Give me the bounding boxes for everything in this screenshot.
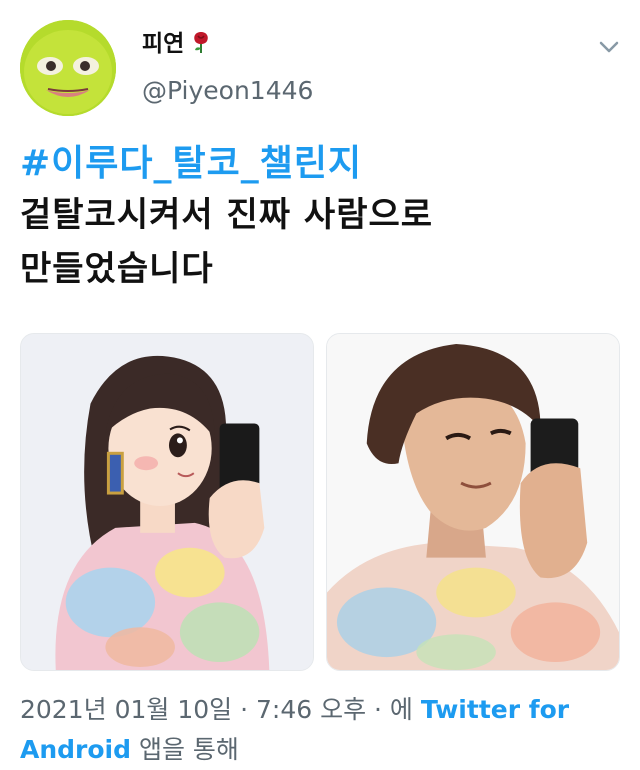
user-handle[interactable]: @Piyeon1446 <box>142 76 313 105</box>
display-name-text: 피연 <box>142 31 185 57</box>
rose-icon <box>194 32 209 53</box>
realistic-boy-illustration <box>327 334 619 670</box>
tweet-date: 2021년 01월 10일 <box>20 695 233 724</box>
tweet-text: #이루다_탈코_챌린지 겉탈코시켜서 진짜 사람으로 만들었습니다 <box>20 140 620 296</box>
chevron-down-icon[interactable] <box>596 34 622 60</box>
tweet-body-line-2: 만들었습니다 <box>20 249 214 289</box>
source-suffix: 앱을 통해 <box>138 735 239 764</box>
avatar[interactable] <box>20 20 116 116</box>
tweet-body-line-1: 겉탈코시켜서 진짜 사람으로 <box>20 195 434 235</box>
avatar-icon <box>20 20 116 116</box>
media-grid <box>20 333 620 671</box>
media-image-cartoon[interactable] <box>20 333 314 671</box>
tweet-time: 7:46 오후 <box>255 695 367 724</box>
tweet-metadata: 2021년 01월 10일 · 7:46 오후 · 에 Twitter for A… <box>20 690 620 770</box>
hashtag-link[interactable]: #이루다_탈코_챌린지 <box>20 140 620 188</box>
display-name[interactable]: 피연 <box>142 24 212 58</box>
source-link-part2: Android <box>20 735 132 764</box>
source-link-part1: Twitter for <box>420 695 570 724</box>
cartoon-girl-illustration <box>21 334 313 670</box>
meta-separator: · <box>232 695 256 724</box>
meta-separator: · <box>366 695 390 724</box>
via-text: 에 <box>389 695 413 724</box>
media-image-realistic[interactable] <box>326 333 620 671</box>
tweet-header: 피연 @Piyeon1446 <box>0 0 640 130</box>
